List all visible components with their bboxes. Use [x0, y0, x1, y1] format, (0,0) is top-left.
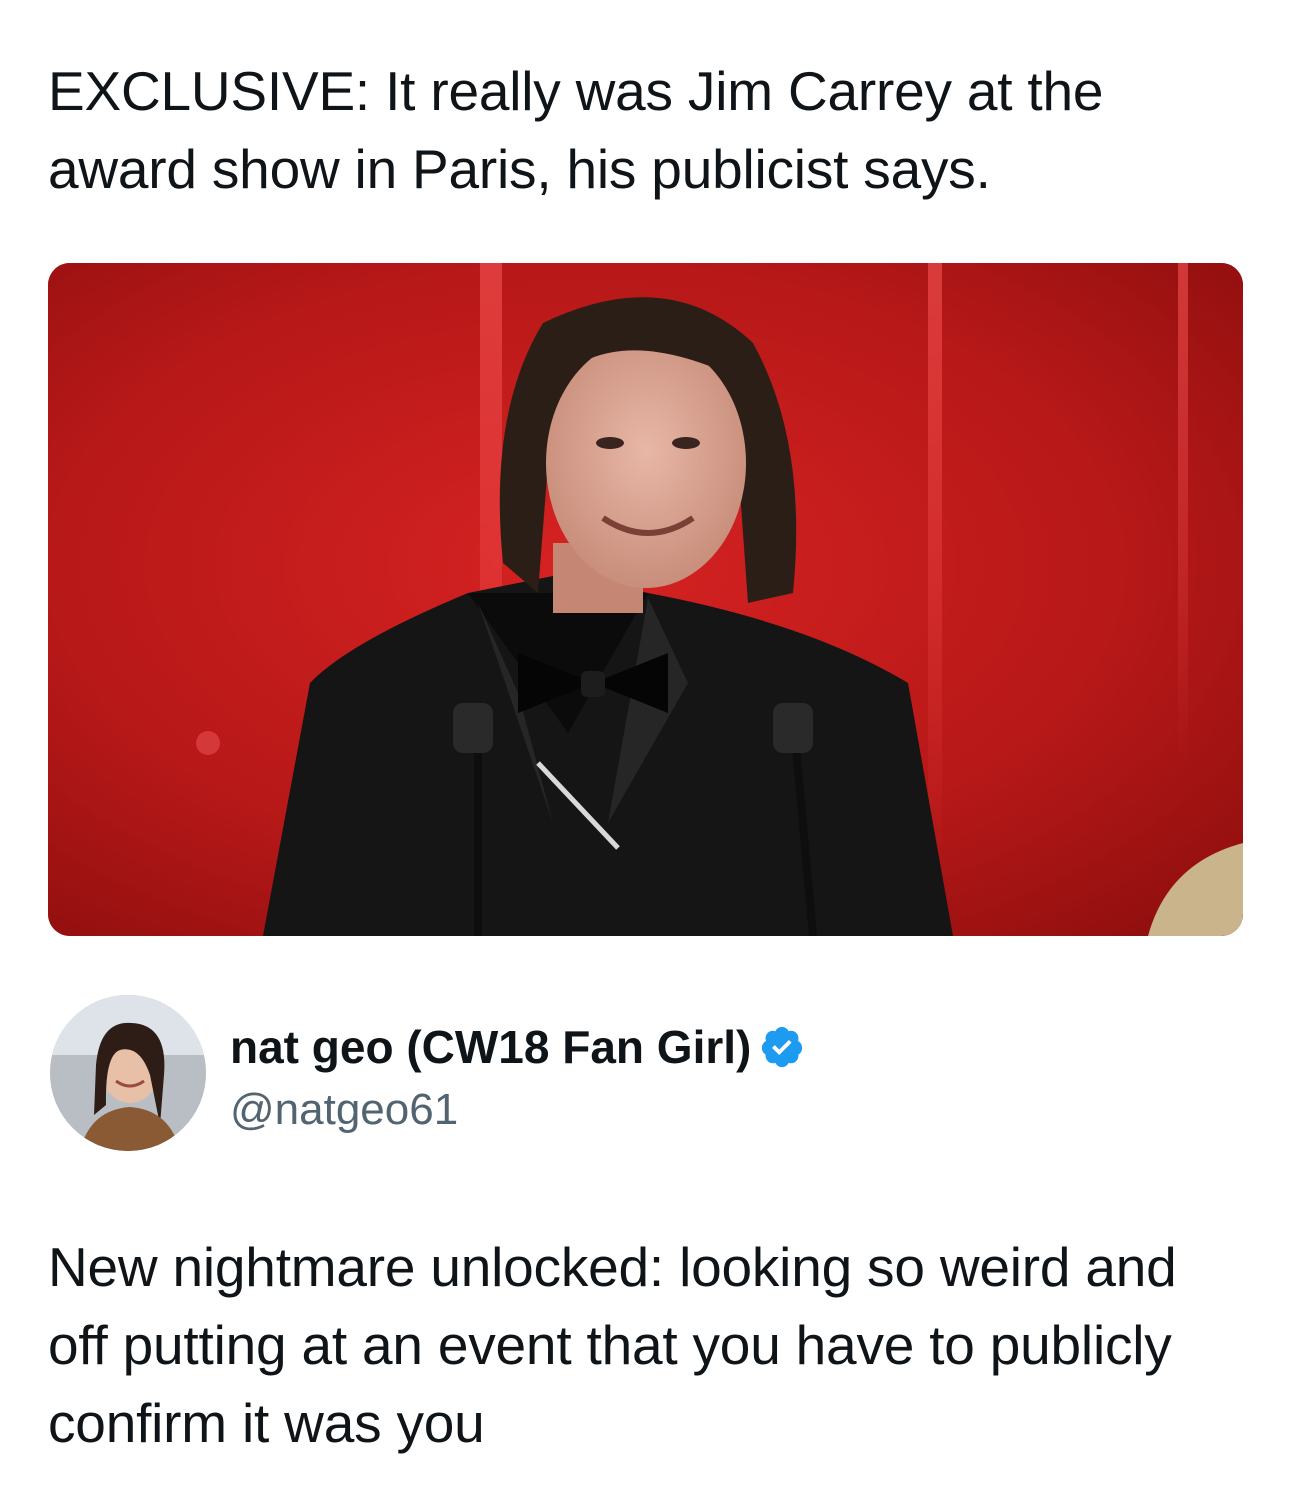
avatar-image [50, 995, 206, 1151]
headline-text: EXCLUSIVE: It really was Jim Carrey at t… [48, 60, 1104, 200]
post-text: New nightmare unlocked: looking so weird… [48, 1236, 1177, 1454]
avatar[interactable] [50, 995, 206, 1151]
post-author[interactable]: nat geo (CW18 Fan Girl) @natgeo61 [50, 995, 1240, 1155]
display-name[interactable]: nat geo (CW18 Fan Girl) [230, 1019, 751, 1075]
author-handle[interactable]: @natgeo61 [230, 1083, 458, 1137]
display-name-row[interactable]: nat geo (CW18 Fan Girl) [230, 1019, 805, 1075]
photo-illustration [48, 263, 1243, 936]
post-photo[interactable] [48, 263, 1243, 936]
verified-badge-icon [759, 1024, 805, 1070]
